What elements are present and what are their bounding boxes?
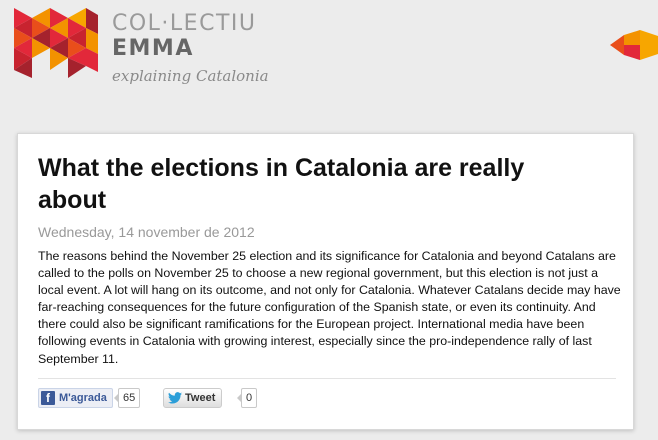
twitter-bird-icon: [168, 392, 182, 404]
divider: [38, 378, 616, 379]
article-title[interactable]: What the elections in Catalonia are real…: [38, 152, 598, 216]
tweet-label: Tweet: [185, 392, 216, 404]
facebook-like-button[interactable]: f M'agrada: [38, 388, 113, 408]
tweet-count: 0: [236, 388, 258, 408]
tweet-button[interactable]: Tweet: [163, 388, 223, 408]
article-date: Wednesday, 14 november de 2012: [38, 224, 255, 240]
emma-logo-icon[interactable]: [14, 8, 98, 80]
facebook-icon: f: [41, 391, 55, 405]
facebook-like-label: M'agrada: [59, 392, 107, 404]
article-body: The reasons behind the November 25 elect…: [38, 249, 621, 366]
brand-name-line2: EMMA: [112, 36, 194, 61]
brand-tagline: explaining Catalonia: [112, 67, 269, 85]
article-card: What the elections in Catalonia are real…: [17, 133, 634, 430]
brand-name-line1: COL·LECTIU: [112, 11, 257, 36]
brand[interactable]: COL·LECTIU EMMA explaining Catalonia: [112, 11, 269, 86]
facebook-like-count: 65: [113, 388, 141, 408]
diamond-icon: [610, 30, 658, 60]
